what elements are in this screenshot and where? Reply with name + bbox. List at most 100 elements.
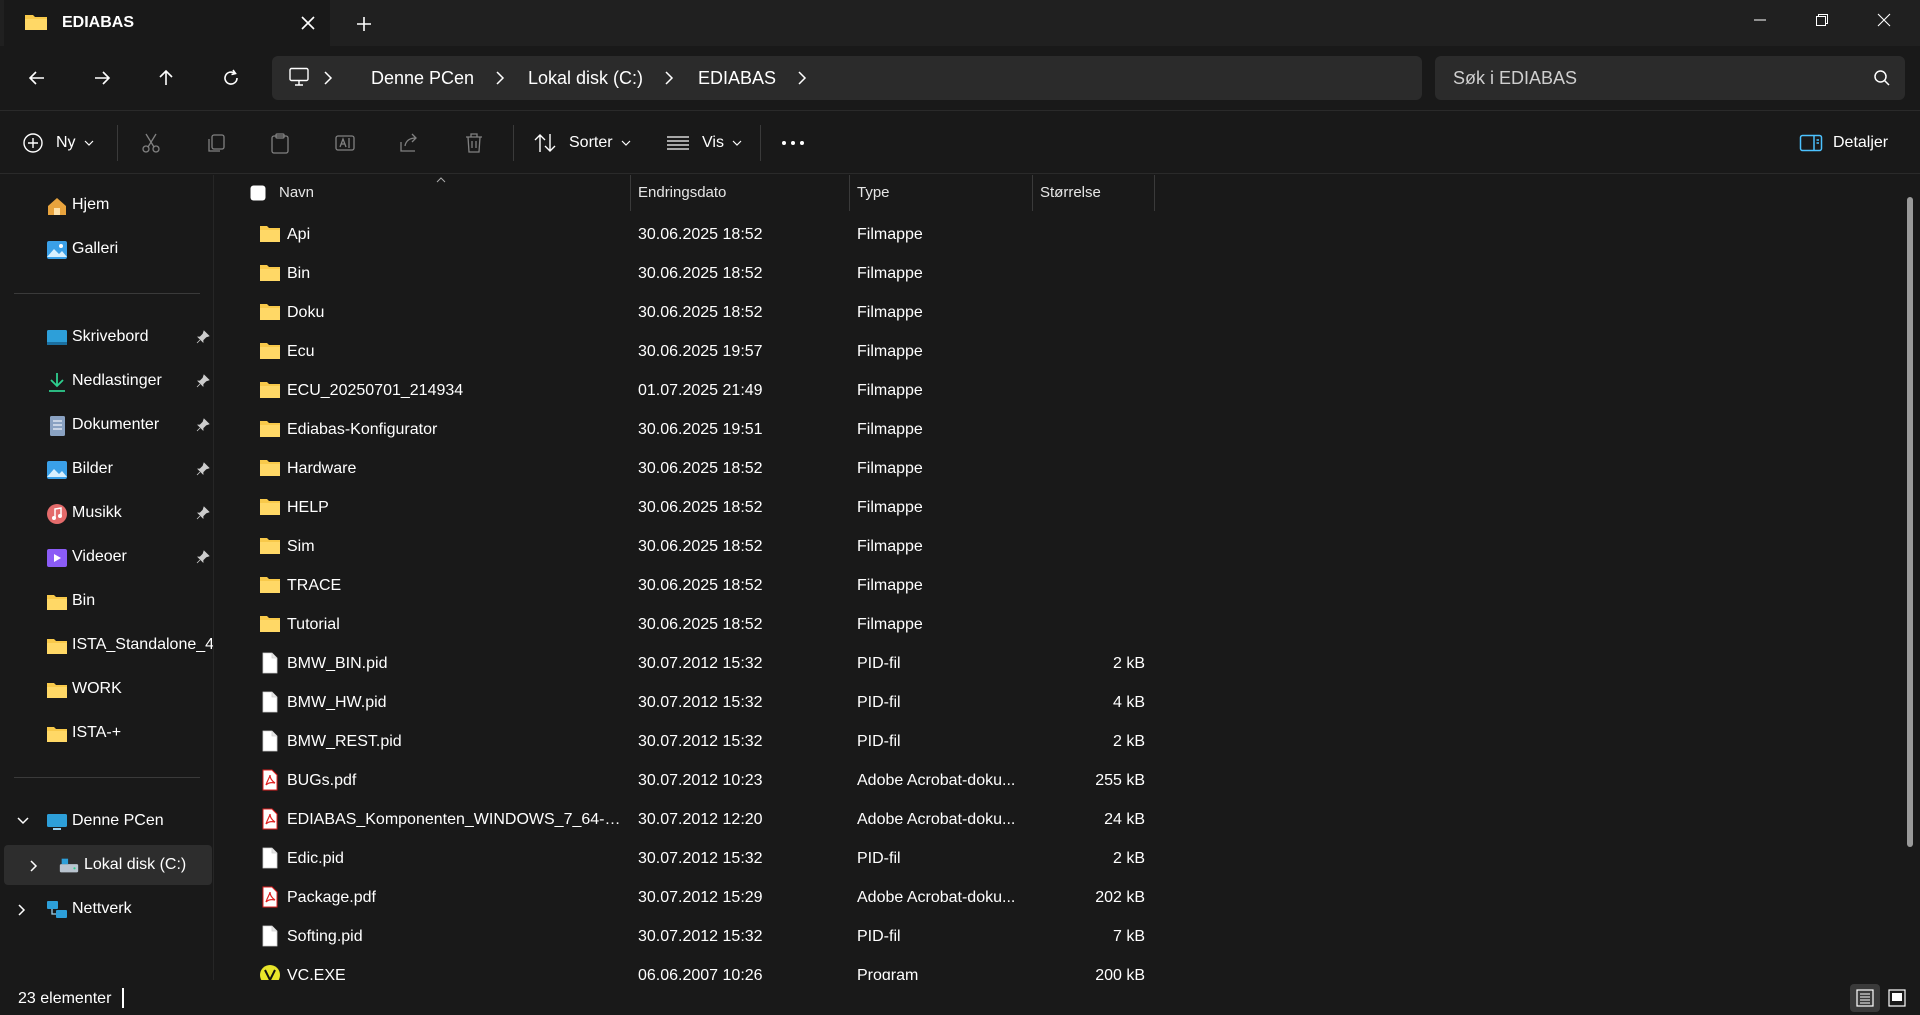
chevron-right-icon[interactable] [28,859,40,873]
table-row[interactable]: Bin 30.06.2025 18:52 Filmappe [215,254,1155,293]
breadcrumb-local-disk[interactable]: Lokal disk (C:) [528,68,643,89]
close-tab-icon[interactable] [298,13,318,33]
rename-button[interactable] [334,127,356,159]
pin-icon[interactable] [196,506,210,520]
sidebar-item-ista-plus[interactable]: ISTA-+ [4,713,212,753]
table-row[interactable]: Softing.pid 30.07.2012 15:32 PID-fil 7 kB [215,917,1155,956]
table-row[interactable]: BMW_BIN.pid 30.07.2012 15:32 PID-fil 2 kB [215,644,1155,683]
sidebar-item-documents[interactable]: Dokumenter [4,405,212,445]
new-tab-button[interactable] [352,12,376,36]
file-icon [259,652,281,674]
sidebar-item-bin[interactable]: Bin [4,581,212,621]
column-header-name[interactable]: Navn [279,184,314,201]
file-type: Adobe Acrobat-doku... [857,811,1016,828]
column-header-date[interactable]: Endringsdato [638,184,726,201]
table-row[interactable]: Ediabas-Konfigurator 30.06.2025 19:51 Film… [215,410,1155,449]
table-row[interactable]: Package.pdf 30.07.2012 15:29 Adobe Acrobat… [215,878,1155,917]
table-row[interactable]: Edic.pid 30.07.2012 15:32 PID-fil 2 kB [215,839,1155,878]
chevron-down-icon[interactable] [16,815,30,827]
refresh-button[interactable] [217,64,245,92]
sort-button[interactable]: Sorter [533,127,631,159]
address-bar[interactable]: Denne PCen Lokal disk (C:) EDIABAS [272,56,1422,100]
breadcrumb-this-pc[interactable]: Denne PCen [371,68,474,89]
close-window-button[interactable] [1852,0,1916,40]
pin-icon[interactable] [196,418,210,432]
sidebar-item-this-pc[interactable]: Denne PCen [4,801,212,841]
sidebar-item-home[interactable]: Hjem [4,185,212,225]
copy-button[interactable] [205,127,227,159]
delete-button[interactable] [463,127,485,159]
column-resize-handle[interactable] [849,175,850,211]
new-button[interactable]: Ny [22,127,94,159]
file-type: Adobe Acrobat-doku... [857,889,1016,906]
chevron-right-icon[interactable] [663,70,675,86]
paste-button[interactable] [269,127,291,159]
vertical-scrollbar[interactable] [1907,197,1913,847]
column-header-size[interactable]: Størrelse [1040,184,1101,201]
table-row[interactable]: Ecu 30.06.2025 19:57 Filmappe [215,332,1155,371]
back-button[interactable] [23,64,51,92]
table-row[interactable]: BMW_REST.pid 30.07.2012 15:32 PID-fil 2 kB [215,722,1155,761]
large-icons-view-button[interactable] [1882,984,1912,1012]
sidebar-item-label: Hjem [72,196,110,213]
select-all-checkbox[interactable] [250,185,266,201]
column-resize-handle[interactable] [630,175,631,211]
table-row[interactable]: TRACE 30.06.2025 18:52 Filmappe [215,566,1155,605]
sidebar-item-ista-standalone[interactable]: ISTA_Standalone_4.3 [4,625,213,665]
pin-icon[interactable] [196,374,210,388]
file-size: 24 kB [1104,811,1145,828]
table-row[interactable]: Api 30.06.2025 18:52 Filmappe [215,215,1155,254]
restore-button[interactable] [1790,0,1854,40]
up-button[interactable] [152,64,180,92]
pin-icon[interactable] [196,462,210,476]
tab-ediabas[interactable]: EDIABAS [4,0,330,46]
folder-icon [259,575,281,595]
cut-button[interactable] [140,127,162,159]
details-pane-button[interactable]: Detaljer [1799,127,1888,159]
sidebar-item-network[interactable]: Nettverk [4,889,212,929]
sidebar-item-pictures[interactable]: Bilder [4,449,212,489]
table-row[interactable]: Doku 30.06.2025 18:52 Filmappe [215,293,1155,332]
table-row[interactable]: ECU_20250701_214934 01.07.2025 21:49 Filma… [215,371,1155,410]
share-button[interactable] [398,127,420,159]
table-row[interactable]: Hardware 30.06.2025 18:52 Filmappe [215,449,1155,488]
folder-icon [259,419,281,439]
pin-icon[interactable] [196,550,210,564]
chevron-right-icon[interactable] [796,70,808,86]
table-row[interactable]: VC.EXE 06.06.2007 10:26 Program 200 kB [215,956,1155,980]
table-row[interactable]: BMW_HW.pid 30.07.2012 15:32 PID-fil 4 kB [215,683,1155,722]
sidebar-item-work[interactable]: WORK [4,669,212,709]
forward-button[interactable] [88,64,116,92]
column-header-type[interactable]: Type [857,184,890,201]
sidebar-item-videos[interactable]: Videoer [4,537,212,577]
details-view-button[interactable] [1850,984,1880,1012]
pin-icon[interactable] [196,330,210,344]
view-button[interactable]: Vis [666,127,742,159]
table-row[interactable]: HELP 30.06.2025 18:52 Filmappe [215,488,1155,527]
pc-icon [46,811,68,833]
sidebar-item-downloads[interactable]: Nedlastinger [4,361,212,401]
breadcrumb-ediabas[interactable]: EDIABAS [698,68,776,89]
file-size: 2 kB [1112,733,1145,750]
search-input[interactable]: Søk i EDIABAS [1435,56,1905,100]
sidebar-item-label: Dokumenter [72,416,160,433]
column-resize-handle[interactable] [1032,175,1033,211]
chevron-right-icon[interactable] [16,903,28,917]
sidebar-item-local-disk[interactable]: Lokal disk (C:) [4,845,212,885]
table-row[interactable]: Sim 30.06.2025 18:52 Filmappe [215,527,1155,566]
file-icon [259,925,281,947]
table-row[interactable]: Tutorial 30.06.2025 18:52 Filmappe [215,605,1155,644]
more-options-button[interactable] [780,127,806,159]
file-date: 01.07.2025 21:49 [638,382,763,399]
sidebar-item-desktop[interactable]: Skrivebord [4,317,212,357]
file-name: HELP [287,499,329,516]
sidebar-item-gallery[interactable]: Galleri [4,229,212,269]
sidebar-item-label: Bin [72,592,96,609]
table-row[interactable]: BUGs.pdf 30.07.2012 10:23 Adobe Acrobat-do… [215,761,1155,800]
table-row[interactable]: EDIABAS_Komponenten_WINDOWS_7_64-Bit... 3… [215,800,1155,839]
restore-icon [1815,13,1829,27]
column-resize-handle[interactable] [1154,175,1155,211]
minimize-button[interactable] [1728,0,1792,40]
sidebar-item-music[interactable]: Musikk [4,493,212,533]
chevron-right-icon[interactable] [494,70,506,86]
